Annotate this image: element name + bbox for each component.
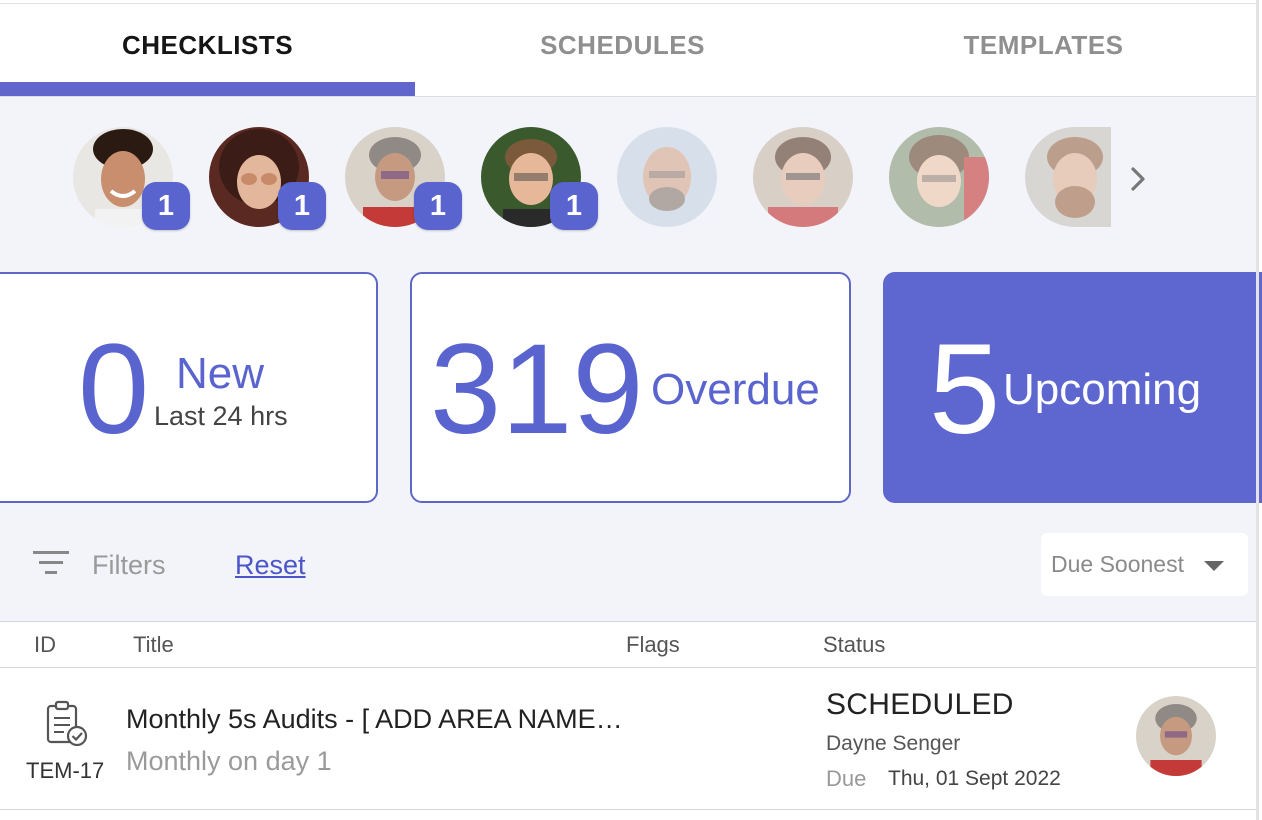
sort-dropdown[interactable]: Due Soonest bbox=[1041, 533, 1248, 596]
reset-link[interactable]: Reset bbox=[235, 550, 306, 581]
row-schedule: Monthly on day 1 bbox=[126, 746, 332, 776]
row-due-label: Due bbox=[826, 766, 867, 791]
row-title[interactable]: Monthly 5s Audits - [ ADD AREA NAME… bbox=[126, 704, 623, 735]
caret-down-icon bbox=[1204, 561, 1224, 571]
chevron-right-icon[interactable] bbox=[1121, 160, 1155, 198]
column-header-title[interactable]: Title bbox=[133, 632, 174, 658]
user-count-badge-4: 1 bbox=[550, 182, 598, 230]
row-due-date: Thu, 01 Sept 2022 bbox=[888, 767, 1061, 790]
stat-card-overdue[interactable]: 319 Overdue bbox=[410, 272, 851, 503]
row-id: TEM-17 bbox=[26, 758, 105, 783]
column-header-id[interactable]: ID bbox=[34, 632, 56, 658]
sort-selected-value: Due Soonest bbox=[1051, 551, 1184, 577]
new-sublabel: Last 24 hrs bbox=[154, 401, 288, 431]
upcoming-count: 5 bbox=[929, 318, 1001, 461]
filters-button[interactable]: Filters bbox=[92, 550, 166, 581]
column-header-flags[interactable]: Flags bbox=[626, 632, 680, 658]
user-avatar-7[interactable] bbox=[889, 127, 989, 227]
user-count-badge-3: 1 bbox=[414, 182, 462, 230]
stat-card-upcoming[interactable]: 5 Upcoming bbox=[883, 272, 1262, 503]
overdue-count: 319 bbox=[430, 318, 644, 461]
clipboard-check-icon bbox=[44, 700, 90, 748]
row-assignee: Dayne Senger bbox=[826, 732, 961, 755]
table-row[interactable] bbox=[0, 668, 1256, 810]
upcoming-label: Upcoming bbox=[1003, 365, 1202, 414]
right-divider bbox=[1256, 0, 1259, 820]
assignee-avatar[interactable] bbox=[1136, 696, 1216, 776]
overdue-label: Overdue bbox=[651, 365, 820, 414]
filter-icon[interactable] bbox=[33, 549, 71, 577]
row-status: SCHEDULED bbox=[826, 688, 1014, 721]
column-header-status[interactable]: Status bbox=[823, 632, 885, 658]
tab-bar: CHECKLISTS SCHEDULES TEMPLATES bbox=[0, 4, 1256, 97]
user-count-badge-2: 1 bbox=[278, 182, 326, 230]
new-label: New bbox=[176, 349, 265, 398]
stat-card-new[interactable]: 0 New Last 24 hrs bbox=[0, 272, 378, 503]
user-avatar-6[interactable] bbox=[753, 127, 853, 227]
checklists-screen: CHECKLISTS SCHEDULES TEMPLATES 1 1 1 1 0… bbox=[0, 0, 1262, 820]
tab-schedules[interactable]: SCHEDULES bbox=[415, 4, 830, 96]
user-count-badge-1: 1 bbox=[142, 182, 190, 230]
table-header: ID Title Flags Status bbox=[0, 621, 1256, 668]
user-avatar-5[interactable] bbox=[617, 127, 717, 227]
active-tab-indicator bbox=[0, 82, 415, 96]
tab-templates[interactable]: TEMPLATES bbox=[836, 4, 1251, 96]
new-count: 0 bbox=[78, 318, 150, 461]
